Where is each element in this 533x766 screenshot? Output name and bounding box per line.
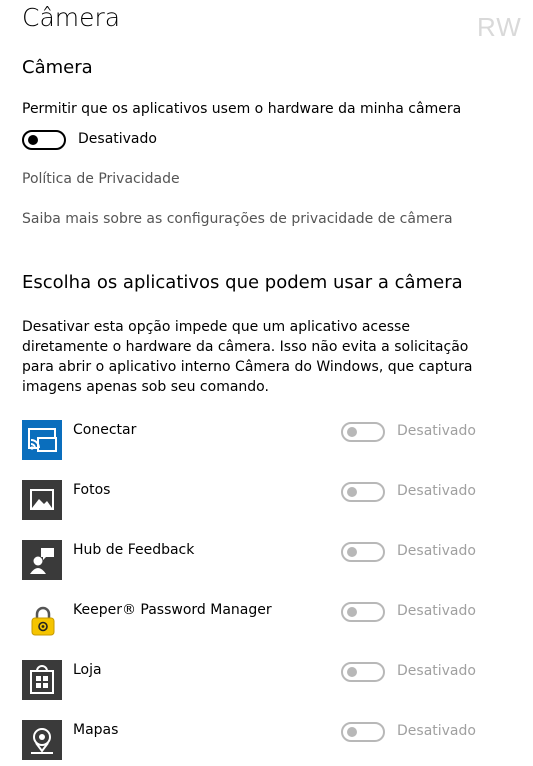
app-row-conectar: Conectar Desativado [0, 420, 533, 464]
toggle-knob [347, 427, 357, 437]
app-row-mapas: Mapas Desativado [0, 720, 533, 764]
app-toggle-hub-de-feedback[interactable] [341, 542, 385, 562]
app-state: Desativado [397, 423, 476, 439]
apps-description: Desativar esta opção impede que um aplic… [22, 319, 473, 395]
camera-access-state: Desativado [78, 131, 157, 147]
app-name: Fotos [73, 482, 111, 498]
toggle-knob [347, 547, 357, 557]
connect-icon [22, 420, 62, 460]
permission-label: Permitir que os aplicativos usem o hardw… [22, 101, 462, 117]
app-row-loja: Loja Desativado [0, 660, 533, 704]
app-name: Loja [73, 662, 102, 678]
store-icon [22, 660, 62, 700]
section-title-camera: Câmera [22, 57, 93, 78]
app-name: Keeper® Password Manager [73, 602, 272, 618]
app-state: Desativado [397, 723, 476, 739]
app-toggle-loja[interactable] [341, 662, 385, 682]
toggle-knob [347, 727, 357, 737]
feedback-icon [22, 540, 62, 580]
app-toggle-fotos[interactable] [341, 482, 385, 502]
app-state: Desativado [397, 603, 476, 619]
app-name: Hub de Feedback [73, 542, 195, 558]
app-toggle-keeper[interactable] [341, 602, 385, 622]
page-title: Câmera [22, 3, 121, 32]
watermark: RW [477, 12, 522, 42]
app-toggle-mapas[interactable] [341, 722, 385, 742]
app-toggle-conectar[interactable] [341, 422, 385, 442]
app-row-keeper: Keeper® Password Manager Desativado [0, 600, 533, 644]
keeper-lock-icon [31, 606, 55, 636]
privacy-policy-link[interactable]: Política de Privacidade [22, 171, 180, 187]
app-state: Desativado [397, 663, 476, 679]
learn-more-link[interactable]: Saiba mais sobre as configurações de pri… [22, 211, 453, 227]
toggle-knob [28, 135, 38, 145]
camera-access-toggle[interactable] [22, 130, 66, 150]
toggle-knob [347, 607, 357, 617]
toggle-knob [347, 487, 357, 497]
section-title-apps: Escolha os aplicativos que podem usar a … [22, 272, 463, 293]
app-row-fotos: Fotos Desativado [0, 480, 533, 524]
app-name: Mapas [73, 722, 119, 738]
maps-icon [22, 720, 62, 760]
app-name: Conectar [73, 422, 137, 438]
app-state: Desativado [397, 483, 476, 499]
toggle-knob [347, 667, 357, 677]
photos-icon [22, 480, 62, 520]
app-state: Desativado [397, 543, 476, 559]
app-row-hub-de-feedback: Hub de Feedback Desativado [0, 540, 533, 584]
